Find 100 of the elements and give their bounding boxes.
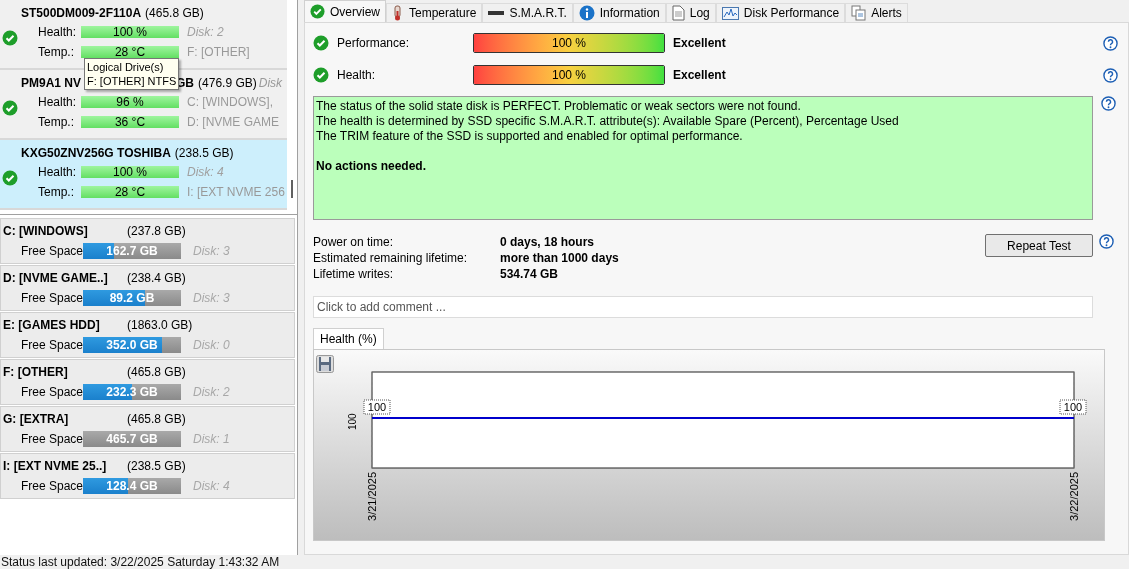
stat-value: 0 days, 18 hours xyxy=(500,234,596,250)
message-line: The health is determined by SSD specific S.M.A.R.T. attribute(s): Available Spare (Percent), Percentage Used xyxy=(316,114,900,129)
disk-size: (465.8 GB) xyxy=(145,5,204,22)
partition-name: E: [GAMES HDD] xyxy=(3,317,101,334)
disk-card[interactable]: KXG50ZNV256G TOSHIBA (238.5 GB) Health: 100 % Disk: 4 Temp.: 28 °C I: [EXT NVME 256 xyxy=(0,140,287,210)
disk-name: ST500DM009-2F110A xyxy=(21,5,142,22)
ok-icon xyxy=(310,4,325,19)
chart-tab[interactable]: Health (%) xyxy=(313,328,384,349)
tab[interactable]: S.M.A.R.T. xyxy=(482,3,573,22)
field-label: Free Space xyxy=(20,243,83,260)
scrollbar-thumb[interactable] xyxy=(291,180,293,198)
partition-disk: Disk: 4 xyxy=(193,478,230,495)
disk-info: D: [NVME GAME xyxy=(187,114,279,131)
status-bar-text: Status last updated: 3/22/2025 Saturday 1:43:32 AM xyxy=(0,555,281,569)
disk-name: PM9A1 NV xyxy=(21,75,82,92)
rating-bar: 100 % xyxy=(473,33,665,53)
data-label: 100 xyxy=(363,399,391,415)
tab[interactable]: Overview xyxy=(304,0,386,22)
disk-info: Disk: 2 xyxy=(187,24,224,41)
rating-bar: 100 % xyxy=(473,65,665,85)
tab[interactable]: Temperature xyxy=(386,3,483,22)
save-icon[interactable] xyxy=(316,355,334,373)
progress-bar: 28 °C xyxy=(81,46,179,58)
free-space-bar: 89.2 GB xyxy=(83,290,181,306)
field-label: Temp.: xyxy=(37,114,75,131)
info-icon xyxy=(578,5,595,21)
partition-disk: Disk: 2 xyxy=(193,384,230,401)
partition-name: F: [OTHER] xyxy=(3,364,69,381)
field-label: Free Space xyxy=(20,337,83,354)
field-label: Temp.: xyxy=(37,44,75,61)
disk-size: (238.5 GB) xyxy=(174,145,234,162)
disk-size: (476.9 GB) xyxy=(198,75,257,92)
partition-card[interactable]: D: [NVME GAME..] (238.4 GB) Free Space 89.2 GB Disk: 3 xyxy=(0,265,295,311)
progress-bar: 100 % xyxy=(81,166,179,178)
tab[interactable]: Alerts xyxy=(845,3,908,22)
thermometer-icon xyxy=(392,5,404,21)
free-space-bar: 232.3 GB xyxy=(83,384,181,400)
partition-card[interactable]: E: [GAMES HDD] (1863.0 GB) Free Space 352.0 GB Disk: 0 xyxy=(0,312,295,358)
partition-card[interactable]: I: [EXT NVME 25..] (238.5 GB) Free Space 128.4 GB Disk: 4 xyxy=(0,453,295,499)
partition-size: (237.8 GB) xyxy=(127,223,186,240)
rating-label: Health: xyxy=(337,67,377,84)
ok-icon xyxy=(313,67,329,83)
field-label: Health: xyxy=(37,24,78,41)
partition-disk: Disk: 3 xyxy=(193,243,230,260)
partition-disk: Disk: 1 xyxy=(193,431,230,448)
graph-icon xyxy=(721,6,739,20)
message-conclusion: No actions needed. xyxy=(316,159,428,174)
stat-value: more than 1000 days xyxy=(500,250,620,266)
field-label: Health: xyxy=(37,164,78,181)
tab[interactable]: Information xyxy=(572,3,666,22)
free-space-bar: 465.7 GB xyxy=(83,431,181,447)
progress-bar: 100 % xyxy=(81,26,179,38)
partition-size: (465.8 GB) xyxy=(127,411,186,428)
disk-info: F: [OTHER] xyxy=(187,44,250,61)
partition-card[interactable]: G: [EXTRA] (465.8 GB) Free Space 465.7 GB Disk: 1 xyxy=(0,406,295,452)
stat-label: Power on time: xyxy=(313,234,395,250)
progress-bar: 96 % xyxy=(81,96,179,108)
message-line: The status of the solid state disk is PERFECT. Problematic or weak sectors were not found. xyxy=(316,99,802,114)
repeat-test-button[interactable]: Repeat Test xyxy=(985,234,1093,257)
disk-label: Disk xyxy=(258,75,283,92)
comment-field[interactable]: Click to add comment ... xyxy=(313,296,1093,318)
x-tick-label: 3/22/2025 xyxy=(1068,472,1080,521)
partition-size: (238.4 GB) xyxy=(127,270,186,287)
stat-value: 534.74 GB xyxy=(500,266,560,282)
tab[interactable]: Log xyxy=(665,3,716,22)
partition-size: (1863.0 GB) xyxy=(127,317,193,334)
progress-bar: 36 °C xyxy=(81,116,179,128)
partition-card[interactable]: F: [OTHER] (465.8 GB) Free Space 232.3 GB Disk: 2 xyxy=(0,359,295,405)
help-icon[interactable] xyxy=(1103,35,1118,51)
rating-verdict: Excellent xyxy=(673,67,727,84)
ok-icon xyxy=(313,35,329,51)
partition-name: D: [NVME GAME..] xyxy=(3,270,109,287)
partition-name: G: [EXTRA] xyxy=(3,411,70,428)
field-label: Free Space xyxy=(20,290,83,307)
tooltip-text: F: [OTHER] NTFS xyxy=(87,74,177,88)
field-label: Free Space xyxy=(20,384,83,401)
help-icon[interactable] xyxy=(1101,96,1116,111)
dash-icon xyxy=(488,10,505,16)
disk-info: C: [WINDOWS], xyxy=(187,94,273,111)
disk-info: Disk: 4 xyxy=(187,164,224,181)
help-icon[interactable] xyxy=(1103,67,1118,83)
tab[interactable]: Disk Performance xyxy=(715,3,846,22)
help-icon[interactable] xyxy=(1099,234,1114,249)
disk-name: KXG50ZNV256G TOSHIBA xyxy=(21,145,171,162)
partition-size: (465.8 GB) xyxy=(127,364,186,381)
free-space-bar: 128.4 GB xyxy=(83,478,181,494)
partition-name: I: [EXT NVME 25..] xyxy=(3,458,108,475)
y-tick-label: 100 xyxy=(347,413,358,430)
free-space-bar: 352.0 GB xyxy=(83,337,181,353)
partition-size: (238.5 GB) xyxy=(127,458,186,475)
rating-label: Performance: xyxy=(337,35,411,52)
x-tick-label: 3/21/2025 xyxy=(366,472,378,521)
stat-label: Estimated remaining lifetime: xyxy=(313,250,469,266)
data-label: 100 xyxy=(1059,399,1087,415)
partition-disk: Disk: 3 xyxy=(193,290,230,307)
field-label: Free Space xyxy=(20,478,83,495)
message-line: The TRIM feature of the SSD is supported and enabled for optimal performance. xyxy=(316,129,744,144)
stat-label: Lifetime writes: xyxy=(313,266,395,282)
partition-name: C: [WINDOWS] xyxy=(3,223,89,240)
progress-bar: 28 °C xyxy=(81,186,179,198)
